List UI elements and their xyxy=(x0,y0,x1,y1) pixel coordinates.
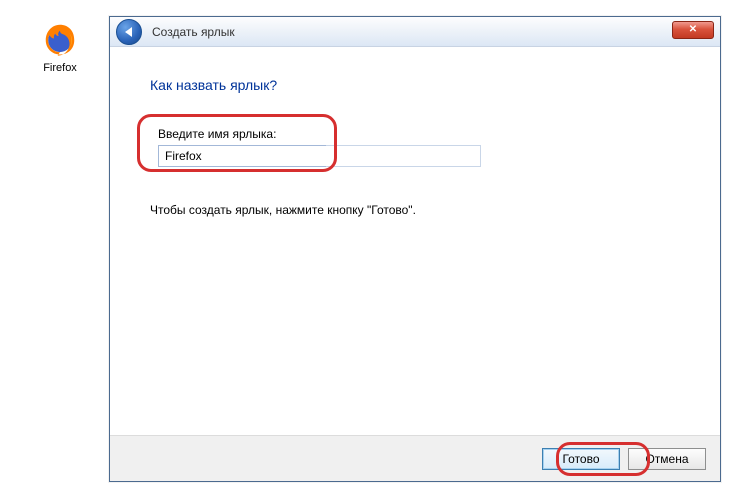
close-button[interactable]: ✕ xyxy=(672,21,714,39)
desktop-shortcut-firefox[interactable]: Firefox xyxy=(30,20,90,74)
shortcut-name-label: Введите имя ярлыка: xyxy=(158,127,481,141)
close-icon: ✕ xyxy=(689,25,697,35)
back-button[interactable] xyxy=(116,19,142,45)
hint-text: Чтобы создать ярлык, нажмите кнопку "Гот… xyxy=(150,203,680,217)
wizard-content: Как назвать ярлык? Введите имя ярлыка: Ч… xyxy=(110,47,720,435)
input-extension xyxy=(326,145,481,167)
done-button[interactable]: Готово xyxy=(542,448,620,470)
titlebar: Создать ярлык ✕ xyxy=(110,17,720,47)
firefox-icon xyxy=(41,20,79,58)
wizard-footer: Готово Отмена xyxy=(110,435,720,481)
create-shortcut-wizard: Создать ярлык ✕ Как назвать ярлык? Введи… xyxy=(109,16,721,482)
cancel-button[interactable]: Отмена xyxy=(628,448,706,470)
page-heading: Как назвать ярлык? xyxy=(150,77,680,93)
shortcut-name-group: Введите имя ярлыка: xyxy=(150,121,489,175)
arrow-left-icon xyxy=(125,27,132,37)
shortcut-name-input[interactable] xyxy=(158,145,326,167)
desktop-shortcut-label: Firefox xyxy=(30,62,90,74)
window-title: Создать ярлык xyxy=(152,25,235,39)
